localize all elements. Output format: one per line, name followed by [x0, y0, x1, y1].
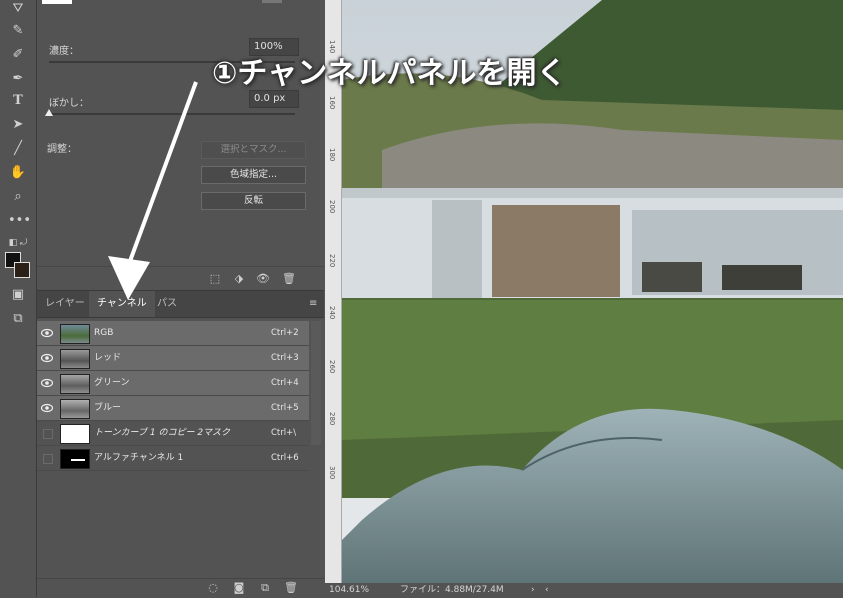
instruction-callout: ①チャンネルパネルを開く: [212, 56, 567, 91]
